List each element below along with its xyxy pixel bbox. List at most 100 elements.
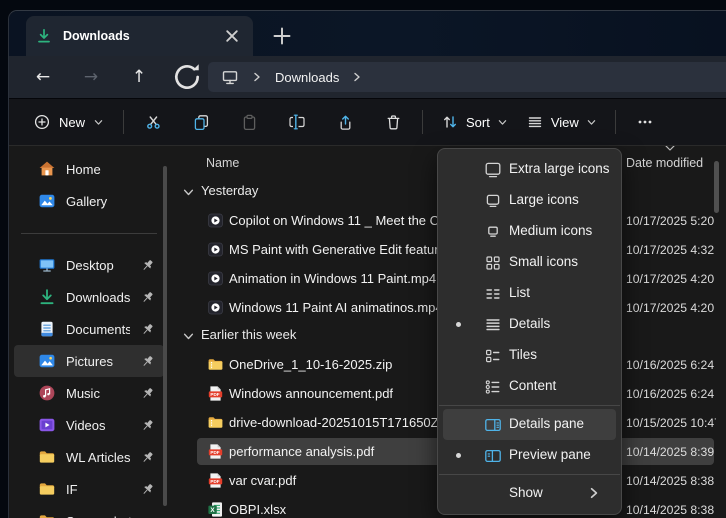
view-dropdown-menu: Extra large iconsLarge iconsMedium icons… <box>437 148 622 515</box>
sidebar-scrollbar[interactable] <box>163 166 167 506</box>
address-bar[interactable]: Downloads <box>208 62 726 92</box>
rename-button[interactable] <box>277 105 317 139</box>
file-date-modified: 10/16/2025 6:24 <box>626 358 716 372</box>
more-options-button[interactable] <box>625 105 665 139</box>
list-icon <box>484 285 502 303</box>
menu-item-preview-pane[interactable]: Preview pane <box>443 440 616 471</box>
sort-button-label: Sort <box>466 115 490 130</box>
paste-button[interactable] <box>229 105 269 139</box>
sort-icon <box>442 114 458 130</box>
svg-text:X: X <box>210 507 215 514</box>
video-file-icon <box>207 241 224 258</box>
sidebar-item-videos[interactable]: Videos <box>14 409 164 441</box>
sidebar-item-home[interactable]: Home <box>14 153 164 185</box>
pin-icon <box>140 322 155 337</box>
chevron-down-icon <box>183 187 194 198</box>
view-button[interactable]: View <box>517 107 606 137</box>
file-date-modified: 10/15/2025 10:47 <box>626 416 716 430</box>
back-button[interactable]: ← <box>23 61 63 93</box>
sidebar-separator <box>9 217 169 249</box>
sidebar-item-label: Videos <box>66 418 130 433</box>
menu-item-details[interactable]: Details <box>443 309 616 340</box>
chevron-down-icon <box>587 118 596 127</box>
video-file-icon <box>207 270 224 287</box>
sidebar-item-label: Music <box>66 386 130 401</box>
sidebar-item-if[interactable]: IF <box>14 473 164 505</box>
up-button[interactable]: ↑ <box>119 61 159 93</box>
pdf-file-icon: PDF <box>207 385 224 402</box>
sidebar-item-label: Screenshots <box>66 514 164 518</box>
file-date-modified: 10/16/2025 6:24 <box>626 387 716 401</box>
details-pane-icon <box>484 416 502 434</box>
menu-item-extra-large-icons[interactable]: Extra large icons <box>443 154 616 185</box>
share-button[interactable] <box>325 105 365 139</box>
forward-button[interactable]: → <box>71 61 111 93</box>
tab-close-icon[interactable] <box>221 25 243 47</box>
new-button[interactable]: New <box>23 107 114 137</box>
menu-item-details-pane[interactable]: Details pane <box>443 409 616 440</box>
menu-item-label: Small icons <box>509 254 578 269</box>
sidebar-item-desktop[interactable]: Desktop <box>14 249 164 281</box>
sort-button[interactable]: Sort <box>432 107 517 137</box>
sidebar-item-screenshots[interactable]: Screenshots <box>14 505 164 518</box>
sidebar-item-gallery[interactable]: Gallery <box>14 185 164 217</box>
breadcrumb-chevron-icon[interactable] <box>352 72 362 82</box>
command-toolbar: New Sort View <box>9 98 726 146</box>
menu-item-small-icons[interactable]: Small icons <box>443 247 616 278</box>
sidebar-item-documents[interactable]: Documents <box>14 313 164 345</box>
sidebar-item-label: Pictures <box>66 354 130 369</box>
sidebar-item-downloads[interactable]: Downloads <box>14 281 164 313</box>
desktop-icon <box>38 256 56 274</box>
file-date-modified: 10/17/2025 5:20 <box>626 214 716 228</box>
cut-button[interactable] <box>133 105 173 139</box>
zip-file-icon <box>207 356 224 373</box>
folder-icon <box>38 448 56 466</box>
sidebar-item-label: Documents <box>66 322 130 337</box>
column-header-date-modified[interactable]: Date modified <box>626 156 703 170</box>
sidebar-item-music[interactable]: Music <box>14 377 164 409</box>
delete-button[interactable] <box>373 105 413 139</box>
tab-title: Downloads <box>63 29 221 43</box>
video-file-icon <box>207 212 224 229</box>
tab-downloads[interactable]: Downloads <box>26 16 253 56</box>
menu-item-tiles[interactable]: Tiles <box>443 340 616 371</box>
menu-item-medium-icons[interactable]: Medium icons <box>443 216 616 247</box>
sidebar-item-label: Home <box>66 162 164 177</box>
content-icon <box>484 378 502 396</box>
file-name: OneDrive_1_10-16-2025.zip <box>229 357 392 372</box>
downloads-icon <box>36 28 52 44</box>
new-tab-button[interactable] <box>270 24 294 48</box>
this-pc-icon[interactable] <box>221 68 239 86</box>
sidebar-item-label: Gallery <box>66 194 164 209</box>
sidebar-item-pictures[interactable]: Pictures <box>14 345 164 377</box>
refresh-button[interactable] <box>167 61 207 93</box>
videos-icon <box>38 416 56 434</box>
extra-large-icons-icon <box>484 161 502 179</box>
file-name: Copilot on Windows 11 _ Meet the Compu <box>229 213 472 228</box>
video-file-icon <box>207 299 224 316</box>
column-header-name[interactable]: Name <box>206 156 239 170</box>
menu-item-show[interactable]: Show <box>443 478 616 509</box>
file-date-modified: 10/14/2025 8:38 <box>626 503 716 517</box>
file-date-modified: 10/14/2025 8:38 <box>626 474 716 488</box>
file-name: Animation in Windows 11 Paint.mp4 <box>229 271 436 286</box>
toolbar-divider <box>615 110 616 134</box>
pictures-icon <box>38 352 56 370</box>
copy-button[interactable] <box>181 105 221 139</box>
documents-icon <box>38 320 56 338</box>
menu-item-list[interactable]: List <box>443 278 616 309</box>
chevron-down-icon <box>183 331 194 342</box>
breadcrumb-chevron-icon[interactable] <box>252 72 262 82</box>
breadcrumb-downloads[interactable]: Downloads <box>275 70 339 85</box>
menu-item-large-icons[interactable]: Large icons <box>443 185 616 216</box>
menu-item-content[interactable]: Content <box>443 371 616 402</box>
sidebar-item-wl-articles[interactable]: WL Articles <box>14 441 164 473</box>
navigation-pane: Home Gallery DesktopDownloads Documents Pict… <box>9 146 169 518</box>
gallery-icon <box>38 192 56 210</box>
desktop-background: Downloads ← → ↑ Downloads New <box>0 0 726 518</box>
file-list-scrollbar[interactable] <box>714 161 719 213</box>
file-date-modified: 10/17/2025 4:20 <box>626 301 716 315</box>
group-label: Yesterday <box>201 183 258 198</box>
tiles-icon <box>484 347 502 365</box>
pin-icon <box>140 482 155 497</box>
